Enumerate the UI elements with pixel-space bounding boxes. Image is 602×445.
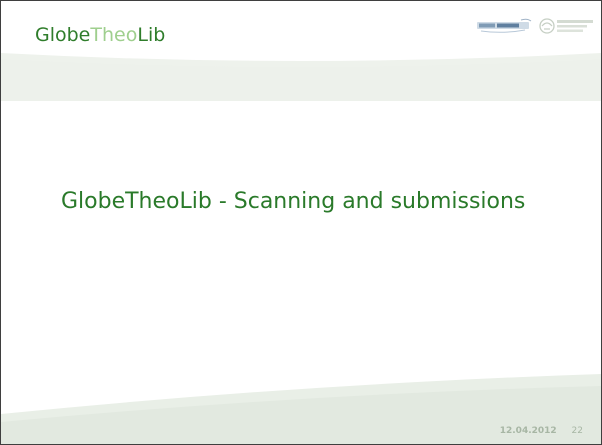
wcc-logo-icon xyxy=(539,18,593,34)
slide-date: 12.04.2012 xyxy=(499,426,557,436)
slide-page-number: 22 xyxy=(571,426,583,436)
main-heading: GlobeTheoLib - Scanning and submissions xyxy=(61,189,526,214)
brand-globe: Globe xyxy=(35,24,91,46)
brand-theo: Theo xyxy=(90,24,138,46)
brand-lib: Lib xyxy=(137,24,166,46)
partner-logos xyxy=(477,18,593,34)
globethics-logo-icon xyxy=(477,18,532,33)
slide: GlobeTheoLib GlobeTheoLib - Scanning and… xyxy=(0,0,602,445)
slide-brand-title: GlobeTheoLib xyxy=(35,23,165,47)
slide-footer: 12.04.2012 22 xyxy=(500,425,583,437)
